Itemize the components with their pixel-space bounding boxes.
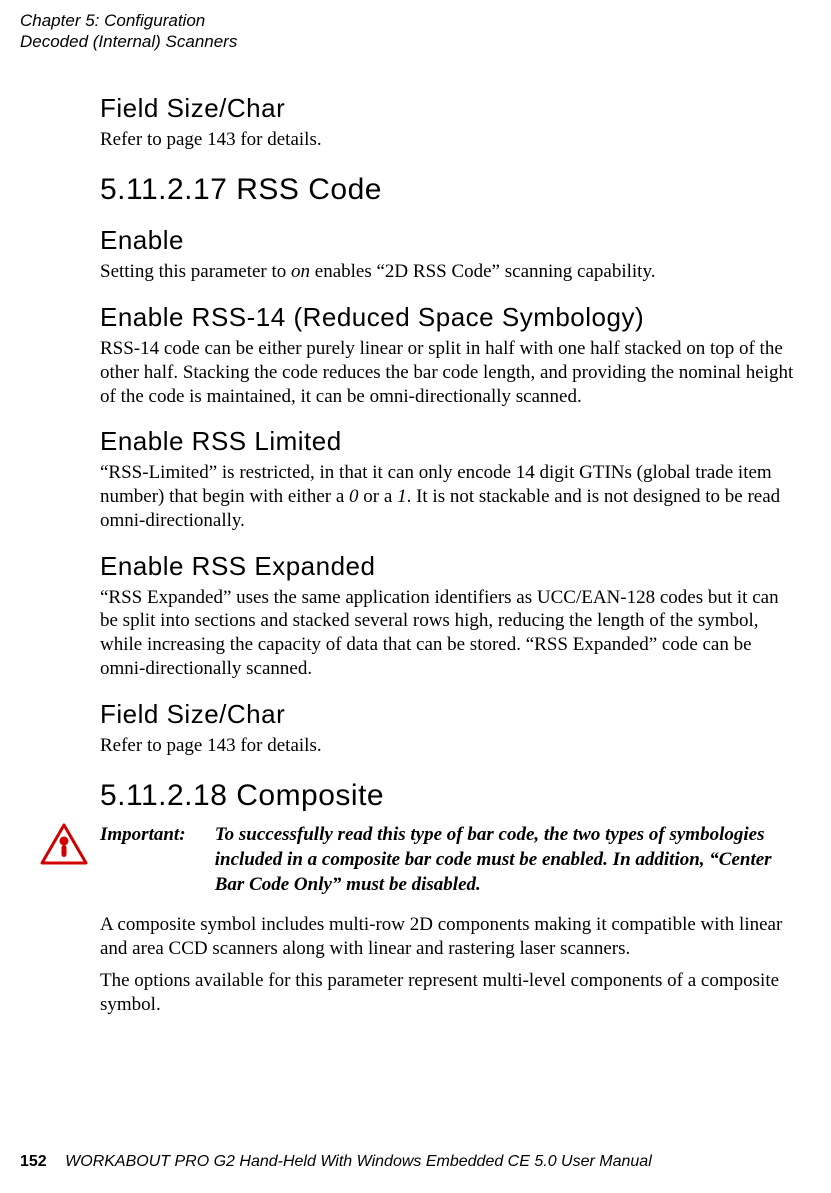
page-number: 152 bbox=[20, 1153, 47, 1170]
important-message: To successfully read this type of bar co… bbox=[215, 823, 775, 897]
heading-rss14: Enable RSS-14 (Reduced Space Symbology) bbox=[100, 302, 801, 333]
body-enable-em: on bbox=[291, 261, 310, 282]
important-text: Important: To successfully read this typ… bbox=[100, 823, 775, 897]
heading-field-size-char-2: Field Size/Char bbox=[100, 699, 801, 730]
heading-rss-limited: Enable RSS Limited bbox=[100, 426, 801, 457]
warning-icon bbox=[40, 823, 88, 870]
body-enable-post: enables “2D RSS Code” scanning capabilit… bbox=[310, 261, 655, 282]
body-rss-limited-mid: or a bbox=[359, 486, 398, 507]
body-enable-pre: Setting this parameter to bbox=[100, 261, 291, 282]
running-head: Chapter 5: Configuration Decoded (Intern… bbox=[20, 10, 811, 53]
running-head-line-2: Decoded (Internal) Scanners bbox=[20, 31, 811, 52]
footer: 152 WORKABOUT PRO G2 Hand-Held With Wind… bbox=[20, 1153, 652, 1171]
body-rss14: RSS-14 code can be either purely linear … bbox=[100, 337, 801, 408]
heading-rss-expanded: Enable RSS Expanded bbox=[100, 551, 801, 582]
body-enable: Setting this parameter to on enables “2D… bbox=[100, 260, 801, 284]
body-composite-p2: The options available for this parameter… bbox=[100, 969, 801, 1017]
body-rss-expanded: “RSS Expanded” uses the same application… bbox=[100, 586, 801, 681]
footer-text: WORKABOUT PRO G2 Hand-Held With Windows … bbox=[65, 1153, 652, 1170]
body-composite-p1: A composite symbol includes multi-row 2D… bbox=[100, 913, 801, 961]
body-field-size-char-1: Refer to page 143 for details. bbox=[100, 128, 801, 152]
body-field-size-char-2: Refer to page 143 for details. bbox=[100, 734, 801, 758]
important-label: Important: bbox=[100, 823, 210, 848]
heading-composite: 5.11.2.18 Composite bbox=[100, 779, 801, 813]
content-area: Field Size/Char Refer to page 143 for de… bbox=[100, 93, 801, 1017]
body-rss-limited-em2: 1 bbox=[397, 486, 407, 507]
page: Chapter 5: Configuration Decoded (Intern… bbox=[0, 0, 831, 1193]
heading-field-size-char-1: Field Size/Char bbox=[100, 93, 801, 124]
body-rss-limited-em1: 0 bbox=[349, 486, 359, 507]
heading-rss-code: 5.11.2.17 RSS Code bbox=[100, 173, 801, 207]
running-head-line-1: Chapter 5: Configuration bbox=[20, 10, 811, 31]
important-note: Important: To successfully read this typ… bbox=[100, 823, 801, 897]
heading-enable: Enable bbox=[100, 225, 801, 256]
body-rss-limited: “RSS-Limited” is restricted, in that it … bbox=[100, 461, 801, 532]
